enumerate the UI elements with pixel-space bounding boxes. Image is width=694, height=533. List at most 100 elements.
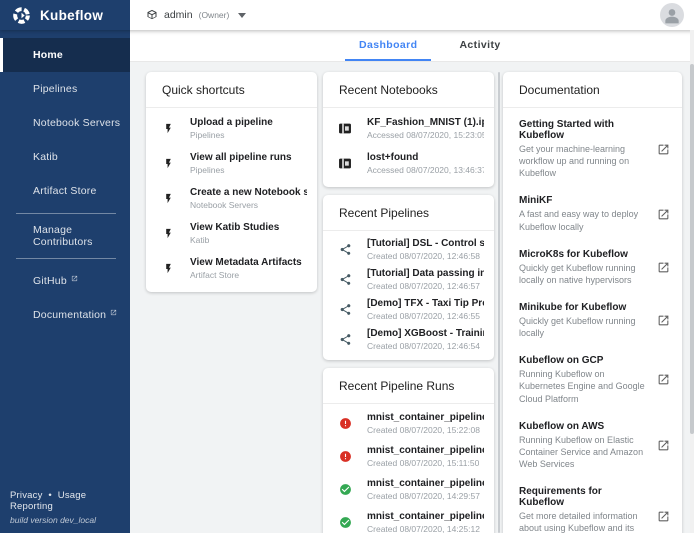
pipeline-item[interactable]: [Demo] XGBoost - Training with Confusi..… [323,324,494,354]
doc-link-requirements[interactable]: Requirements for Kubeflow Get more detai… [503,478,682,533]
namespace-cube-icon [146,9,158,21]
external-link-icon [71,275,78,282]
doc-description: Quickly get Kubeflow running locally [519,315,649,339]
pipeline-graph-icon [336,243,354,256]
pipeline-item[interactable]: [Tutorial] Data passing in python comp..… [323,264,494,294]
run-subtitle: Created 08/07/2020, 14:29:57 [367,491,484,501]
doc-description: Quickly get Kubeflow running locally on … [519,262,649,286]
pipeline-subtitle: Created 08/07/2020, 12:46:55 [367,311,484,321]
shortcut-subtitle: Notebook Servers [190,200,307,210]
header-toolbar: admin (Owner) [130,0,694,30]
main-content: Quick shortcuts Upload a pipeline Pipeli… [130,62,694,533]
error-status-icon [336,417,354,430]
bolt-icon [159,191,177,206]
kubeflow-logo-icon [12,6,31,25]
sidebar-item-documentation[interactable]: Documentation [0,298,130,332]
sidebar-item-label: GitHub [33,275,67,287]
shortcut-view-pipeline-runs[interactable]: View all pipeline runs Pipelines [146,146,317,181]
shortcut-subtitle: Pipelines [190,165,307,175]
tab-activity[interactable]: Activity [445,30,514,61]
sidebar-item-artifact-store[interactable]: Artifact Store [0,174,130,208]
page-scrollbar[interactable] [690,30,694,533]
bolt-icon [159,121,177,136]
build-version-label: build version dev_local [10,515,130,525]
sidebar-item-notebook-servers[interactable]: Notebook Servers [0,106,130,140]
sidebar-item-manage-contributors[interactable]: Manage Contributors [0,219,130,253]
shortcut-view-katib-studies[interactable]: View Katib Studies Katib [146,216,317,251]
notebook-item[interactable]: KF_Fashion_MNIST (1).ipynb Accessed 08/0… [323,111,494,146]
doc-link-getting-started[interactable]: Getting Started with Kubeflow Get your m… [503,111,682,187]
sidebar-item-home[interactable]: Home [0,38,130,72]
notebook-icon [336,122,354,135]
launch-icon [657,439,670,452]
doc-title: MiniKF [519,195,649,206]
bolt-icon [159,156,177,171]
app-title: Kubeflow [40,8,103,23]
run-subtitle: Created 08/07/2020, 15:11:50 [367,458,484,468]
pipeline-subtitle: Created 08/07/2020, 12:46:54 [367,341,484,351]
sidebar-item-label: Manage Contributors [33,224,130,248]
notebook-icon [336,157,354,170]
doc-title: Kubeflow on GCP [519,355,649,366]
sidebar-item-label: Home [33,49,63,61]
shortcut-create-notebook-server[interactable]: Create a new Notebook server Notebook Se… [146,181,317,216]
doc-description: Get your machine-learning workflow up an… [519,143,649,179]
pipeline-run-item[interactable]: mnist_container_pipeline run Created 08/… [323,473,494,506]
sidebar-item-label: Documentation [33,309,106,321]
doc-link-minikube[interactable]: Minikube for Kubeflow Quickly get Kubefl… [503,294,682,347]
pipeline-run-item[interactable]: mnist_container_pipeline run Created 08/… [323,407,494,440]
pipeline-title: [Tutorial] Data passing in python comp..… [367,268,484,279]
user-avatar[interactable] [660,3,684,27]
shortcut-view-metadata-artifacts[interactable]: View Metadata Artifacts Artifact Store [146,251,317,286]
sidebar: Home Pipelines Notebook Servers Katib Ar… [0,30,130,533]
page-scrollbar-thumb[interactable] [690,64,694,434]
doc-link-minikf[interactable]: MiniKF A fast and easy way to deploy Kub… [503,187,682,240]
launch-icon [657,510,670,523]
pipeline-item[interactable]: [Tutorial] DSL - Control structures Crea… [323,234,494,264]
pipeline-run-item[interactable]: mnist_container_pipeline run Created 08/… [323,506,494,533]
doc-title: Minikube for Kubeflow [519,302,649,313]
pipeline-graph-icon [336,333,354,346]
card-title: Documentation [503,72,682,108]
notebook-subtitle: Accessed 08/07/2020, 15:23:05 [367,130,484,140]
pipeline-title: [Tutorial] DSL - Control structures [367,238,484,249]
notebook-item[interactable]: lost+found Accessed 08/07/2020, 13:46:37 [323,146,494,181]
shortcut-upload-pipeline[interactable]: Upload a pipeline Pipelines [146,111,317,146]
pipeline-title: [Demo] TFX - Taxi Tip Prediction Model .… [367,298,484,309]
pipeline-item[interactable]: [Demo] TFX - Taxi Tip Prediction Model .… [323,294,494,324]
success-status-icon [336,483,354,496]
shortcut-title: Create a new Notebook server [190,187,307,198]
sidebar-item-katib[interactable]: Katib [0,140,130,174]
launch-icon [657,143,670,156]
run-subtitle: Created 08/07/2020, 15:22:08 [367,425,484,435]
doc-link-kubeflow-gcp[interactable]: Kubeflow on GCP Running Kubeflow on Kube… [503,347,682,412]
external-link-icon [110,309,117,316]
tab-bar: Dashboard Activity [130,30,694,62]
namespace-selector[interactable]: admin (Owner) [146,9,246,21]
pipeline-run-item[interactable]: mnist_container_pipeline run Created 08/… [323,440,494,473]
doc-description: Running Kubeflow on Kubernetes Engine an… [519,368,649,404]
middle-column-scrollbar[interactable] [498,72,500,533]
shortcut-subtitle: Pipelines [190,130,307,140]
launch-icon [657,208,670,221]
sidebar-item-github[interactable]: GitHub [0,264,130,298]
card-title: Recent Notebooks [323,72,494,108]
run-title: mnist_container_pipeline run [367,412,484,423]
privacy-link[interactable]: Privacy [10,490,43,501]
pipeline-subtitle: Created 08/07/2020, 12:46:57 [367,281,484,291]
doc-description: Get more detailed information about usin… [519,510,649,533]
namespace-role: (Owner) [199,10,230,20]
run-title: mnist_container_pipeline run [367,478,484,489]
kubeflow-dashboard: Kubeflow admin (Owner) [0,0,694,533]
shortcut-subtitle: Katib [190,235,307,245]
footer-separator: • [48,490,52,501]
tab-dashboard[interactable]: Dashboard [345,30,431,61]
notebook-title: KF_Fashion_MNIST (1).ipynb [367,117,484,128]
pipeline-subtitle: Created 08/07/2020, 12:46:58 [367,251,484,261]
logo-area[interactable]: Kubeflow [0,0,130,30]
sidebar-item-pipelines[interactable]: Pipelines [0,72,130,106]
tab-label: Activity [459,39,500,51]
doc-link-kubeflow-aws[interactable]: Kubeflow on AWS Running Kubeflow on Elas… [503,413,682,478]
launch-icon [657,373,670,386]
doc-link-microk8s[interactable]: MicroK8s for Kubeflow Quickly get Kubefl… [503,241,682,294]
